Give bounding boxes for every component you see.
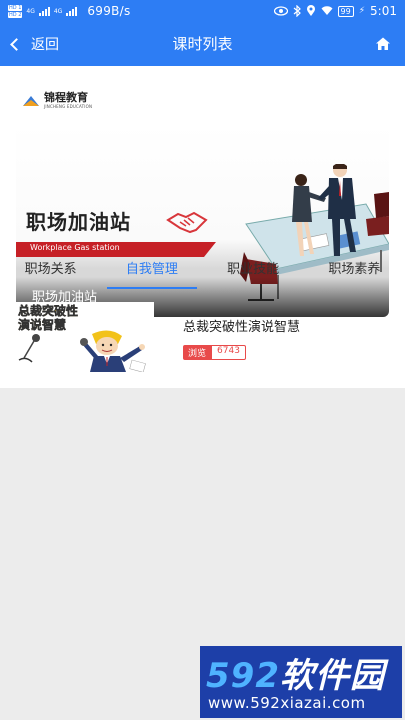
watermark-brand: 软件园 <box>279 656 385 696</box>
location-icon <box>306 5 315 16</box>
nav-bar: 返回 课时列表 <box>0 22 405 66</box>
signal-icon <box>38 6 50 16</box>
chevron-left-icon <box>10 37 23 51</box>
sim1-label: HD 1 <box>8 4 23 11</box>
category-tabs: 职场关系 自我管理 职业技能 职场素养 <box>0 253 405 289</box>
sim-indicator: HD 1 HD 2 <box>8 4 23 18</box>
lesson-thumbnail: 总裁突破性 演说智慧 <box>14 302 154 372</box>
bluetooth-icon <box>293 5 301 17</box>
thumbnail-title: 总裁突破性 演说智慧 <box>18 304 79 333</box>
site-watermark: 592软件园 www.592xiazai.com <box>200 646 402 718</box>
handshake-icon <box>166 211 208 234</box>
back-label: 返回 <box>31 37 59 53</box>
tab-self-management[interactable]: 自我管理 <box>101 253 202 289</box>
network-type-2: 4G <box>53 7 63 15</box>
watermark-url: www.592xiazai.com <box>208 694 366 712</box>
view-count-label: 浏览 <box>183 345 212 360</box>
page-title: 课时列表 <box>172 35 233 53</box>
speaker-cartoon-illustration <box>18 330 146 372</box>
wifi-icon <box>321 6 333 15</box>
eye-icon <box>273 6 288 16</box>
battery-icon: 99 <box>337 5 354 17</box>
logo-name-en: JINCHENG EDUCATION <box>44 104 93 109</box>
clock: 5:01 <box>370 4 397 18</box>
signal-icon-2 <box>66 6 78 16</box>
thumbnail-title-line1: 总裁突破性 <box>18 304 79 319</box>
watermark-number: 592 <box>206 656 280 696</box>
network-speed: 699B/s <box>87 4 131 18</box>
status-bar: HD 1 HD 2 4G 4G 699B/s 99 ⚡ 5:01 <box>0 0 405 22</box>
charging-icon: ⚡ <box>358 6 366 16</box>
logo-name-cn: 锦程教育 <box>44 91 88 104</box>
tab-workplace-relations[interactable]: 职场关系 <box>0 253 101 289</box>
view-count-badge: 浏览 6743 <box>183 345 246 360</box>
network-type-1: 4G <box>26 7 35 15</box>
lesson-title: 总裁突破性演说智慧 <box>183 320 301 335</box>
brand-logo: 锦程教育 JINCHENG EDUCATION <box>22 92 92 109</box>
sim2-label: HD 2 <box>8 11 23 18</box>
tab-professional-skills[interactable]: 职业技能 <box>203 253 304 289</box>
lesson-item[interactable]: 总裁突破性 演说智慧 总裁突破性演说智慧 浏览 6743 <box>0 302 405 376</box>
view-count-value: 6743 <box>211 345 246 360</box>
tab-workplace-literacy[interactable]: 职场素养 <box>304 253 405 289</box>
content-area: 锦程教育 JINCHENG EDUCATION 职场加油站 Workplace … <box>0 66 405 388</box>
logo-mark-icon <box>23 95 39 106</box>
home-icon[interactable] <box>375 36 391 52</box>
banner-title: 职场加油站 <box>26 210 131 234</box>
back-button[interactable]: 返回 <box>10 22 59 66</box>
banner-subtitle: Workplace Gas station <box>30 243 120 252</box>
